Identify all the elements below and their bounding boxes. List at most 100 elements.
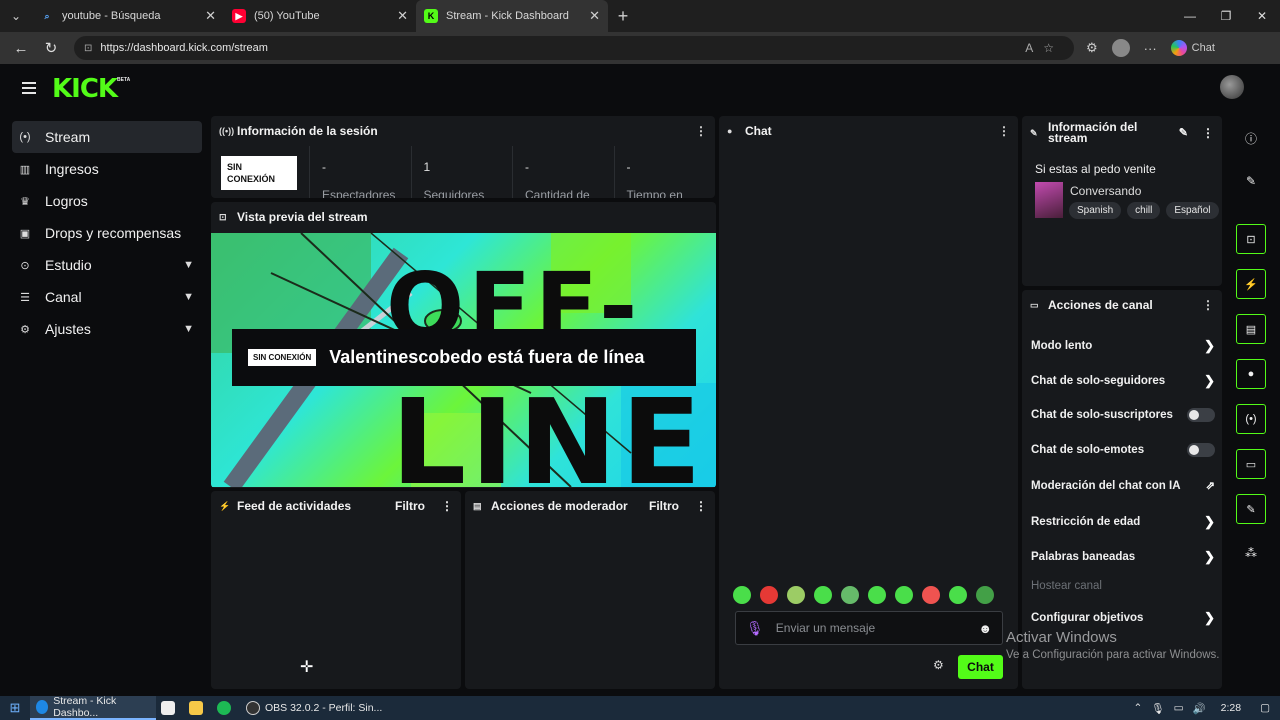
action-modo-lento[interactable]: Modo lento ❯	[1031, 338, 1215, 354]
action-configurar-objetivos[interactable]: Configurar objetivos ❯	[1031, 610, 1215, 626]
wrench-icon[interactable]: ✎	[1236, 494, 1266, 524]
sidebar-item-ajustes[interactable]: ⚙ Ajustes ▼	[12, 313, 202, 345]
windows-start-icon[interactable]: ⊞	[0, 700, 30, 716]
move-cursor-icon: ✛	[300, 659, 314, 676]
info-icon[interactable]: ⓘ	[1236, 123, 1266, 153]
kebab-menu-icon[interactable]: ⋮	[695, 124, 707, 138]
lightning-icon[interactable]: ⚡	[1236, 269, 1266, 299]
moderator-filter-button[interactable]: Filtro	[649, 499, 679, 513]
taskbar-app-spotify[interactable]	[212, 701, 240, 715]
volume-icon[interactable]: 🔊	[1193, 702, 1206, 715]
chat-send-button[interactable]: Chat	[958, 655, 1003, 679]
system-tray: ⌃ 🎙 ▭ 🔊 2:28 ▢	[1133, 702, 1280, 715]
user-avatar[interactable]	[1220, 75, 1244, 99]
preview-icon: ⊡	[219, 211, 227, 222]
chat-bubble-icon[interactable]: ●	[1236, 359, 1266, 389]
chevron-right-icon: ❯	[1204, 610, 1215, 625]
microphone-icon[interactable]: 🎙	[1151, 702, 1164, 715]
close-window-icon[interactable]: ✕	[1244, 0, 1280, 32]
emote-icon[interactable]	[976, 586, 994, 604]
document-icon[interactable]: ▤	[1236, 314, 1266, 344]
edit-pencil-icon[interactable]: ✎	[1236, 166, 1266, 196]
bing-search-icon: ⌕	[44, 10, 50, 21]
microphone-icon[interactable]: 🎙	[746, 620, 764, 637]
notifications-icon[interactable]: ▢	[1260, 702, 1270, 714]
more-options-icon[interactable]: ···	[1144, 41, 1157, 56]
action-palabras-baneadas[interactable]: Palabras baneadas ❯	[1031, 549, 1215, 565]
broadcast-icon[interactable]: (•)	[1236, 404, 1266, 434]
clock[interactable]: 2:28	[1221, 702, 1241, 714]
emote-icon[interactable]	[733, 586, 751, 604]
reload-icon[interactable]: ↻	[36, 39, 66, 57]
emotes-only-toggle[interactable]	[1187, 443, 1215, 457]
chat-bubble-icon: ●	[727, 126, 733, 136]
kebab-menu-icon[interactable]: ⋮	[1202, 127, 1214, 139]
chat-settings-gear-icon[interactable]: ⚙	[933, 658, 944, 672]
offline-banner: SIN CONEXIÓN Valentinescobedo está fuera…	[232, 329, 696, 386]
sidebar-item-estudio[interactable]: ⊙ Estudio ▼	[12, 249, 202, 281]
obs-icon	[246, 701, 260, 715]
taskbar-app-obs[interactable]: OBS 32.0.2 - Perfil: Sin...	[240, 696, 388, 720]
sidebar-item-stream[interactable]: (•) Stream	[12, 121, 202, 153]
activate-windows-subtitle: Ve a Configuración para activar Windows.	[1006, 649, 1220, 661]
emote-icon[interactable]	[949, 586, 967, 604]
add-widget-icon[interactable]: ⁂	[1236, 538, 1266, 568]
activity-filter-button[interactable]: Filtro	[395, 499, 425, 513]
restore-icon[interactable]: ❐	[1208, 0, 1244, 32]
action-solo-seguidores[interactable]: Chat de solo-seguidores ❯	[1031, 373, 1215, 389]
taskbar-app-edge[interactable]: Stream - Kick Dashbo...	[30, 695, 156, 720]
emote-icon[interactable]	[814, 586, 832, 604]
sidebar-item-drops[interactable]: ▣ Drops y recompensas	[12, 217, 202, 249]
session-info-title: Información de la sesión	[237, 124, 378, 138]
emote-icon[interactable]	[868, 586, 886, 604]
emote-icon[interactable]	[787, 586, 805, 604]
emoji-picker-icon[interactable]: ☻	[978, 621, 992, 636]
browser-tab-kick-dashboard[interactable]: K Stream - Kick Dashboard ✕	[416, 0, 608, 32]
close-tab-icon[interactable]: ✕	[397, 8, 408, 24]
minimize-icon[interactable]: —	[1172, 0, 1208, 32]
site-info-icon[interactable]: ⊡	[84, 43, 92, 54]
tab-actions-chevron-icon[interactable]: ⌄	[0, 0, 32, 32]
sidebar-item-logros[interactable]: ♛ Logros	[12, 185, 202, 217]
edit-pencil-icon[interactable]: ✎	[1179, 127, 1188, 139]
new-tab-icon[interactable]: +	[608, 6, 638, 27]
channel-actions-icon[interactable]: ▭	[1236, 449, 1266, 479]
read-aloud-and-favorite-icons[interactable]: A☆	[1025, 41, 1064, 55]
taskbar-app-a[interactable]	[156, 701, 184, 715]
back-icon[interactable]: ←	[6, 40, 36, 57]
offline-preview-image: OFF- LINE SIN CONEXIÓN Valentinescobedo …	[211, 233, 716, 487]
subscribers-only-toggle[interactable]	[1187, 408, 1215, 422]
action-hostear-canal: Hostear canal	[1031, 580, 1102, 592]
stat-espectadores: - Espectadores	[309, 146, 411, 198]
hamburger-menu-icon[interactable]	[22, 82, 36, 97]
kebab-menu-icon[interactable]: ⋮	[998, 124, 1010, 138]
url-field[interactable]: ⊡ https://dashboard.kick.com/stream A☆	[74, 36, 1074, 60]
taskbar-app-explorer[interactable]	[184, 701, 212, 715]
screenshot-icon[interactable]: ⊡	[1236, 224, 1266, 254]
profile-icon[interactable]	[1111, 39, 1130, 57]
kick-logo[interactable]: KICK	[52, 76, 118, 102]
action-restriccion-edad[interactable]: Restricción de edad ❯	[1031, 514, 1215, 530]
copilot-button[interactable]: Chat	[1170, 40, 1215, 56]
emote-quickbar	[733, 586, 994, 604]
action-moderacion-ia[interactable]: Moderación del chat con IA ⇗	[1031, 479, 1215, 493]
emote-icon[interactable]	[841, 586, 859, 604]
network-icon[interactable]: ▭	[1174, 702, 1184, 714]
close-tab-icon[interactable]: ✕	[205, 8, 216, 24]
kebab-menu-icon[interactable]: ⋮	[695, 499, 707, 513]
kebab-menu-icon[interactable]: ⋮	[441, 499, 453, 513]
chevron-down-icon: ▼	[183, 291, 194, 303]
kebab-menu-icon[interactable]: ⋮	[1202, 298, 1214, 312]
browser-tab-youtube-search[interactable]: ⌕ youtube - Búsqueda ✕	[32, 0, 224, 32]
browser-tab-youtube[interactable]: ▶ (50) YouTube ✕	[224, 0, 416, 32]
sidebar-item-ingresos[interactable]: ▥ Ingresos	[12, 153, 202, 185]
emote-icon[interactable]	[895, 586, 913, 604]
emote-icon[interactable]	[760, 586, 778, 604]
tray-overflow-icon[interactable]: ⌃	[1133, 702, 1142, 714]
close-tab-icon[interactable]: ✕	[589, 8, 600, 24]
chat-message-input[interactable]	[775, 621, 979, 635]
extensions-icon[interactable]: ⚙	[1086, 40, 1098, 56]
sidebar-item-canal[interactable]: ☰ Canal ▼	[12, 281, 202, 313]
emote-icon[interactable]	[922, 586, 940, 604]
activate-windows-title: Activar Windows	[1006, 629, 1117, 646]
